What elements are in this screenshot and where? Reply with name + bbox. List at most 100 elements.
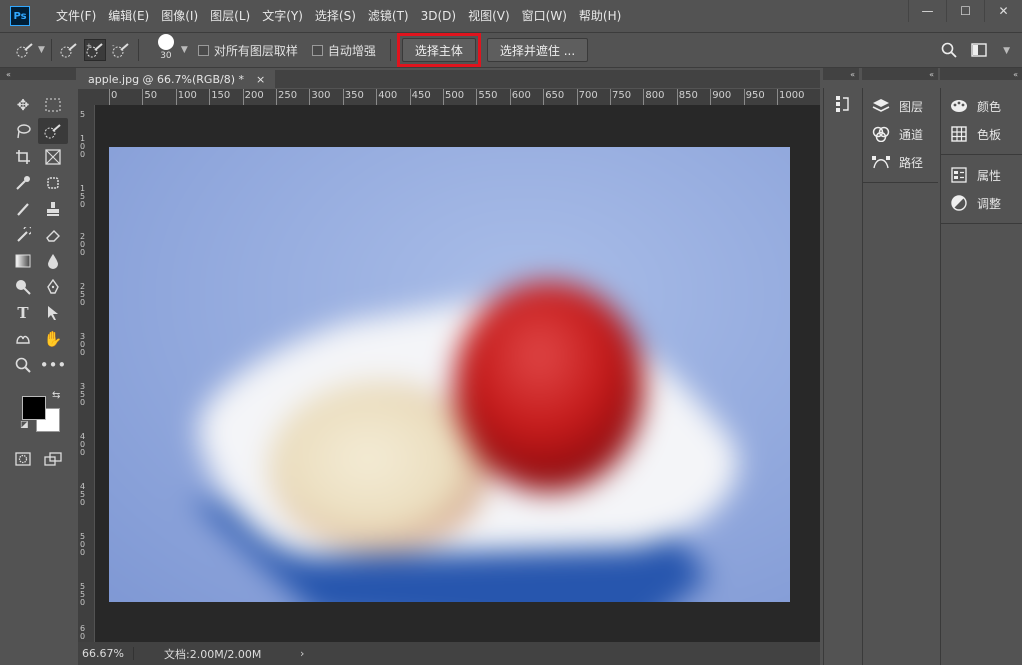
spot-healing-tool-icon[interactable] [38,170,68,196]
default-colors-icon[interactable]: ◪ [20,420,29,430]
status-bar: 66.67% 文档:2.00M/2.00M › [78,642,820,665]
ruler-tick-label: 450 [411,90,431,101]
menu-image[interactable]: 图像(I) [155,0,204,32]
canvas-area[interactable] [95,105,820,642]
auto-enhance-checkbox[interactable] [311,44,323,56]
chevron-down-icon[interactable]: ▼ [181,45,188,55]
menu-help[interactable]: 帮助(H) [573,0,627,32]
close-button[interactable]: ✕ [984,0,1022,22]
menu-layer[interactable]: 图层(L) [204,0,256,32]
new-selection-icon[interactable] [58,39,80,61]
maximize-button[interactable]: ☐ [946,0,984,22]
properties-icon [949,165,969,185]
crop-tool-icon[interactable] [8,144,38,170]
history-panel-icon[interactable] [832,94,852,114]
move-tool-icon[interactable]: ✥ [8,92,38,118]
gradient-tool-icon[interactable] [8,248,38,274]
eraser-tool-icon[interactable] [38,222,68,248]
divider [389,39,391,61]
auto-enhance-label: 自动增强 [327,43,376,58]
menu-type[interactable]: 文字(Y) [256,0,309,32]
color-panel-tab[interactable]: 颜色 [941,92,1022,120]
panel-col2-collapse-strip[interactable]: « [940,68,1022,80]
menu-3d[interactable]: 3D(D) [415,0,462,32]
search-icon[interactable] [941,42,957,61]
swap-colors-icon[interactable]: ⇆ [52,390,60,401]
tools-collapse-strip[interactable]: « [0,68,76,80]
paths-panel-tab[interactable]: 路径 [863,148,938,176]
menu-file[interactable]: 文件(F) [50,0,102,32]
stamp-tool-icon[interactable] [38,196,68,222]
horizontal-ruler[interactable]: 0 50 100 150 200 250 300 350 400 450 500 550 600 650 7… [95,89,820,105]
brush-tip-icon [157,33,174,50]
lasso-tool-icon[interactable] [8,118,38,144]
ruler-tick-label: 600 [511,90,531,101]
chevron-down-icon[interactable]: ▼ [1003,46,1010,56]
eyedropper-tool-icon[interactable] [8,170,38,196]
ruler-tick [576,89,578,105]
menu-filter[interactable]: 滤镜(T) [362,0,415,32]
close-tab-icon[interactable]: × [256,73,265,86]
add-to-selection-icon[interactable]: + [83,39,106,61]
sample-all-layers-option[interactable]: 对所有图层取样 [197,42,298,59]
layers-panel-tab[interactable]: 图层 [863,92,938,120]
vertical-ruler[interactable]: 5 100 150 200 250 300 350 400 450 500 55… [78,105,94,642]
ruler-tick [309,89,311,105]
path-selection-tool-icon[interactable] [38,300,68,326]
ruler-tick [710,89,712,105]
document-image[interactable] [109,147,790,602]
blur-tool-icon[interactable] [38,248,68,274]
hand-tool-icon[interactable]: ✋ [38,326,68,352]
select-and-mask-button[interactable]: 选择并遮住 ... [486,38,589,62]
screen-mode-icon[interactable] [38,446,68,472]
sample-all-layers-checkbox[interactable] [197,44,209,56]
menu-edit[interactable]: 编辑(E) [102,0,155,32]
zoom-level[interactable]: 66.67% [78,647,134,660]
tool-preset-icon[interactable] [14,39,36,61]
select-subject-button[interactable]: 选择主体 [401,38,476,62]
ruler-tick [610,89,611,105]
swatches-panel-tab[interactable]: 色板 [941,120,1022,148]
sample-all-layers-label: 对所有图层取样 [213,43,298,58]
quick-mask-icon[interactable] [8,446,38,472]
panel-col1-collapse-strip[interactable]: « [862,68,938,80]
document-tab[interactable]: apple.jpg @ 66.7%(RGB/8) * × [78,70,276,88]
history-brush-tool-icon[interactable] [8,222,38,248]
brush-picker[interactable]: 30 [153,33,179,61]
marquee-tool-icon[interactable] [38,92,68,118]
auto-enhance-option[interactable]: 自动增强 [311,42,376,59]
pen-tool-icon[interactable] [38,274,68,300]
ruler-tick-label: 800 [645,90,665,101]
workspace-icon[interactable] [971,42,987,60]
ruler-tick [643,89,645,105]
menu-select[interactable]: 选择(S) [309,0,362,32]
dodge-tool-icon[interactable] [8,274,38,300]
chevron-down-icon[interactable]: ▼ [38,45,45,55]
custom-shape-tool-icon[interactable] [8,326,38,352]
menu-window[interactable]: 窗口(W) [516,0,573,32]
channels-panel-tab[interactable]: 通道 [863,120,938,148]
options-bar: ▼ + - 30 ▼ 对所有图层取样 自动增强 选择主体 选择并遮住 ... ▼ [0,32,1022,68]
divider [137,39,139,61]
panel-column-1: 图层 通道 路径 [862,88,938,665]
ruler-corner [78,89,95,105]
more-tools-icon[interactable]: ••• [38,352,68,378]
ruler-tick [777,89,778,105]
foreground-color-swatch[interactable] [22,396,46,420]
swatches-label: 色板 [977,127,1002,142]
minimize-button[interactable]: — [908,0,946,22]
quick-selection-tool-icon[interactable] [38,118,68,144]
frame-tool-icon[interactable] [38,144,68,170]
ruler-tick [209,89,211,105]
properties-panel-tab[interactable]: 属性 [941,161,1022,189]
menu-view[interactable]: 视图(V) [462,0,516,32]
subtract-from-selection-icon[interactable]: - [110,39,132,61]
mini-panel-collapse-strip[interactable]: « [823,68,859,80]
status-menu-arrow-icon[interactable]: › [300,647,304,660]
color-label: 颜色 [977,99,1002,114]
adjustments-panel-tab[interactable]: 调整 [941,189,1022,217]
brush-tool-icon[interactable] [8,196,38,222]
zoom-tool-icon[interactable] [8,352,38,378]
ruler-tick-label: 350 [344,90,364,101]
type-tool-icon[interactable]: T [8,300,38,326]
